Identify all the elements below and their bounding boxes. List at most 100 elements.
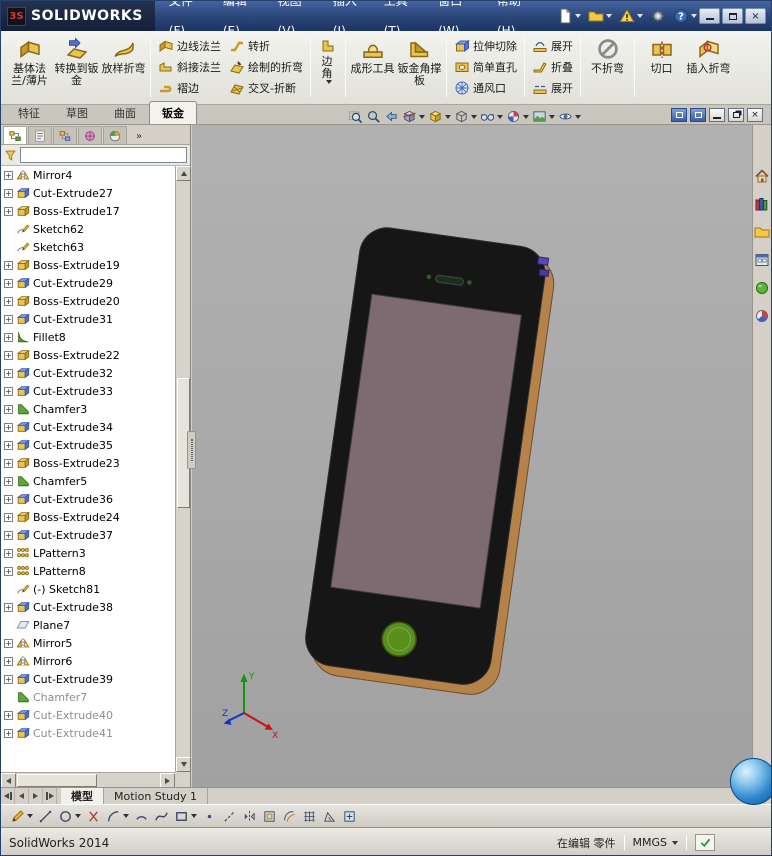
panel-tab-display-manager[interactable] — [103, 126, 127, 144]
panel-tab-configuration-manager[interactable] — [53, 126, 77, 144]
tree-item-boss-extrude17[interactable]: + Boss-Extrude17 — [1, 202, 175, 220]
edit-appearance-button[interactable] — [505, 108, 530, 125]
scroll-right-arrow[interactable] — [160, 773, 175, 788]
expand-toggle[interactable]: + — [4, 530, 13, 540]
expand-toggle[interactable]: + — [4, 260, 13, 270]
expand-toggle[interactable]: + — [4, 512, 13, 522]
ribbon-button-vent[interactable]: 通风口 — [450, 78, 521, 99]
ribbon-button-flatten[interactable]: 展开 — [528, 78, 577, 99]
trim-entities-button[interactable] — [85, 808, 102, 825]
tab-surfaces[interactable]: 曲面 — [101, 101, 149, 124]
ribbon-button-rip[interactable]: 切口 — [638, 33, 685, 101]
tree-item-lpattern3[interactable]: + LPattern3 — [1, 544, 175, 562]
section-view-button[interactable] — [401, 108, 426, 125]
horizontal-scroll-thumb[interactable] — [17, 774, 97, 787]
corner-rectangle-button[interactable] — [173, 808, 198, 825]
tree-item-sketch81[interactable]: (-) Sketch81 — [1, 580, 175, 598]
doc-minimize-button[interactable] — [709, 108, 725, 122]
tree-item-mirror5[interactable]: + Mirror5 — [1, 634, 175, 652]
expand-toggle[interactable]: + — [4, 386, 13, 396]
ribbon-button-extruded-cut[interactable]: 拉伸切除 — [450, 36, 521, 57]
tree-item-cut-extrude32[interactable]: + Cut-Extrude32 — [1, 364, 175, 382]
tree-vertical-scrollbar[interactable] — [175, 166, 191, 772]
help-button[interactable]: ? — [671, 7, 699, 25]
new-document-button[interactable] — [555, 7, 583, 25]
expand-toggle[interactable]: + — [4, 638, 13, 648]
tree-item-plane7[interactable]: Plane7 — [1, 616, 175, 634]
ribbon-button-no-bends[interactable]: 不折弯 — [584, 33, 631, 101]
tree-item-boss-extrude24[interactable]: + Boss-Extrude24 — [1, 508, 175, 526]
tree-item-cut-extrude34[interactable]: + Cut-Extrude34 — [1, 418, 175, 436]
options-button[interactable] — [648, 7, 668, 25]
grid-system-button[interactable] — [301, 808, 318, 825]
tree-item-cut-extrude38[interactable]: + Cut-Extrude38 — [1, 598, 175, 616]
study-tab-model[interactable]: 模型 — [61, 788, 104, 804]
ribbon-button-unfold[interactable]: 展开 — [528, 36, 577, 57]
tree-item-cut-extrude36[interactable]: + Cut-Extrude36 — [1, 490, 175, 508]
expand-toggle[interactable]: + — [4, 188, 13, 198]
panel-splitter[interactable] — [187, 431, 196, 469]
centerpoint-arc-button[interactable] — [105, 808, 130, 825]
ribbon-button-sheet-metal-gusset[interactable]: 钣金角撑板 — [396, 33, 443, 101]
ribbon-button-simple-hole[interactable]: 简单直孔 — [450, 57, 521, 78]
expand-toggle[interactable]: + — [4, 350, 13, 360]
status-check-button[interactable] — [695, 834, 715, 851]
tree-horizontal-scrollbar[interactable] — [1, 772, 175, 788]
expand-toggle[interactable]: + — [4, 278, 13, 288]
solidworks-sphere-logo[interactable] — [730, 758, 771, 805]
tree-item-boss-extrude20[interactable]: + Boss-Extrude20 — [1, 292, 175, 310]
study-scroll-previous-button[interactable] — [15, 788, 29, 804]
tree-item-cut-extrude33[interactable]: + Cut-Extrude33 — [1, 382, 175, 400]
expand-toggle[interactable]: + — [4, 206, 13, 216]
expand-toggle[interactable]: + — [4, 494, 13, 504]
ribbon-button-edge-flange[interactable]: 边线法兰 — [154, 36, 225, 57]
tree-item-mirror4[interactable]: + Mirror4 — [1, 166, 175, 184]
scroll-up-arrow[interactable] — [176, 166, 191, 181]
tree-item-boss-extrude19[interactable]: + Boss-Extrude19 — [1, 256, 175, 274]
view-settings-button[interactable] — [557, 108, 582, 125]
tree-item-fillet8[interactable]: + Fillet8 — [1, 328, 175, 346]
file-explorer-tab[interactable] — [754, 223, 771, 240]
expand-toggle[interactable]: + — [4, 404, 13, 414]
expand-toggle[interactable]: + — [4, 332, 13, 342]
zoom-area-button[interactable] — [365, 108, 382, 125]
study-scroll-first-button[interactable] — [1, 788, 15, 804]
tree-item-cut-extrude37[interactable]: + Cut-Extrude37 — [1, 526, 175, 544]
apply-scene-button[interactable] — [531, 108, 556, 125]
angle-dimension-button[interactable] — [321, 808, 338, 825]
study-tab-motion-study-1[interactable]: Motion Study 1 — [104, 788, 209, 804]
tangent-arc-button[interactable] — [133, 808, 150, 825]
design-library-tab[interactable] — [754, 195, 771, 212]
point-button[interactable] — [201, 808, 218, 825]
tree-filter-input[interactable] — [20, 147, 187, 163]
panel-tab-property-manager[interactable] — [28, 126, 52, 144]
ribbon-button-hem[interactable]: 褶边 — [154, 78, 225, 99]
tree-item-cut-extrude40[interactable]: + Cut-Extrude40 — [1, 706, 175, 724]
ribbon-button-insert-bends[interactable]: 插入折弯 — [685, 33, 732, 101]
expand-toggle[interactable]: + — [4, 296, 13, 306]
units-selector[interactable]: MMGS — [633, 836, 678, 849]
filter-funnel-icon[interactable] — [4, 149, 17, 162]
study-scroll-next-button[interactable] — [29, 788, 43, 804]
ribbon-button-fold[interactable]: 折叠 — [528, 57, 577, 78]
view-orientation-button[interactable] — [427, 108, 452, 125]
maximize-button[interactable] — [722, 8, 743, 24]
study-scroll-last-button[interactable] — [43, 788, 57, 804]
expand-toggle[interactable]: + — [4, 656, 13, 666]
sketch-tool-button[interactable] — [9, 808, 34, 825]
tree-item-mirror6[interactable]: + Mirror6 — [1, 652, 175, 670]
minimize-button[interactable] — [699, 8, 720, 24]
spline-button[interactable] — [153, 808, 170, 825]
expand-toggle[interactable]: + — [4, 476, 13, 486]
ribbon-button-convert-to-sheet-metal[interactable]: 转换到钣金 — [53, 33, 100, 101]
tree-item-chamfer5[interactable]: + Chamfer5 — [1, 472, 175, 490]
expand-toggle[interactable]: + — [4, 674, 13, 684]
expand-toggle[interactable]: + — [4, 314, 13, 324]
tree-item-cut-extrude39[interactable]: + Cut-Extrude39 — [1, 670, 175, 688]
window-previous-button[interactable] — [671, 108, 687, 122]
window-next-button[interactable] — [690, 108, 706, 122]
tree-item-cut-extrude41[interactable]: + Cut-Extrude41 — [1, 724, 175, 742]
offset-entities-button[interactable] — [281, 808, 298, 825]
expand-toggle[interactable]: + — [4, 422, 13, 432]
hide-show-items-button[interactable] — [479, 108, 504, 125]
